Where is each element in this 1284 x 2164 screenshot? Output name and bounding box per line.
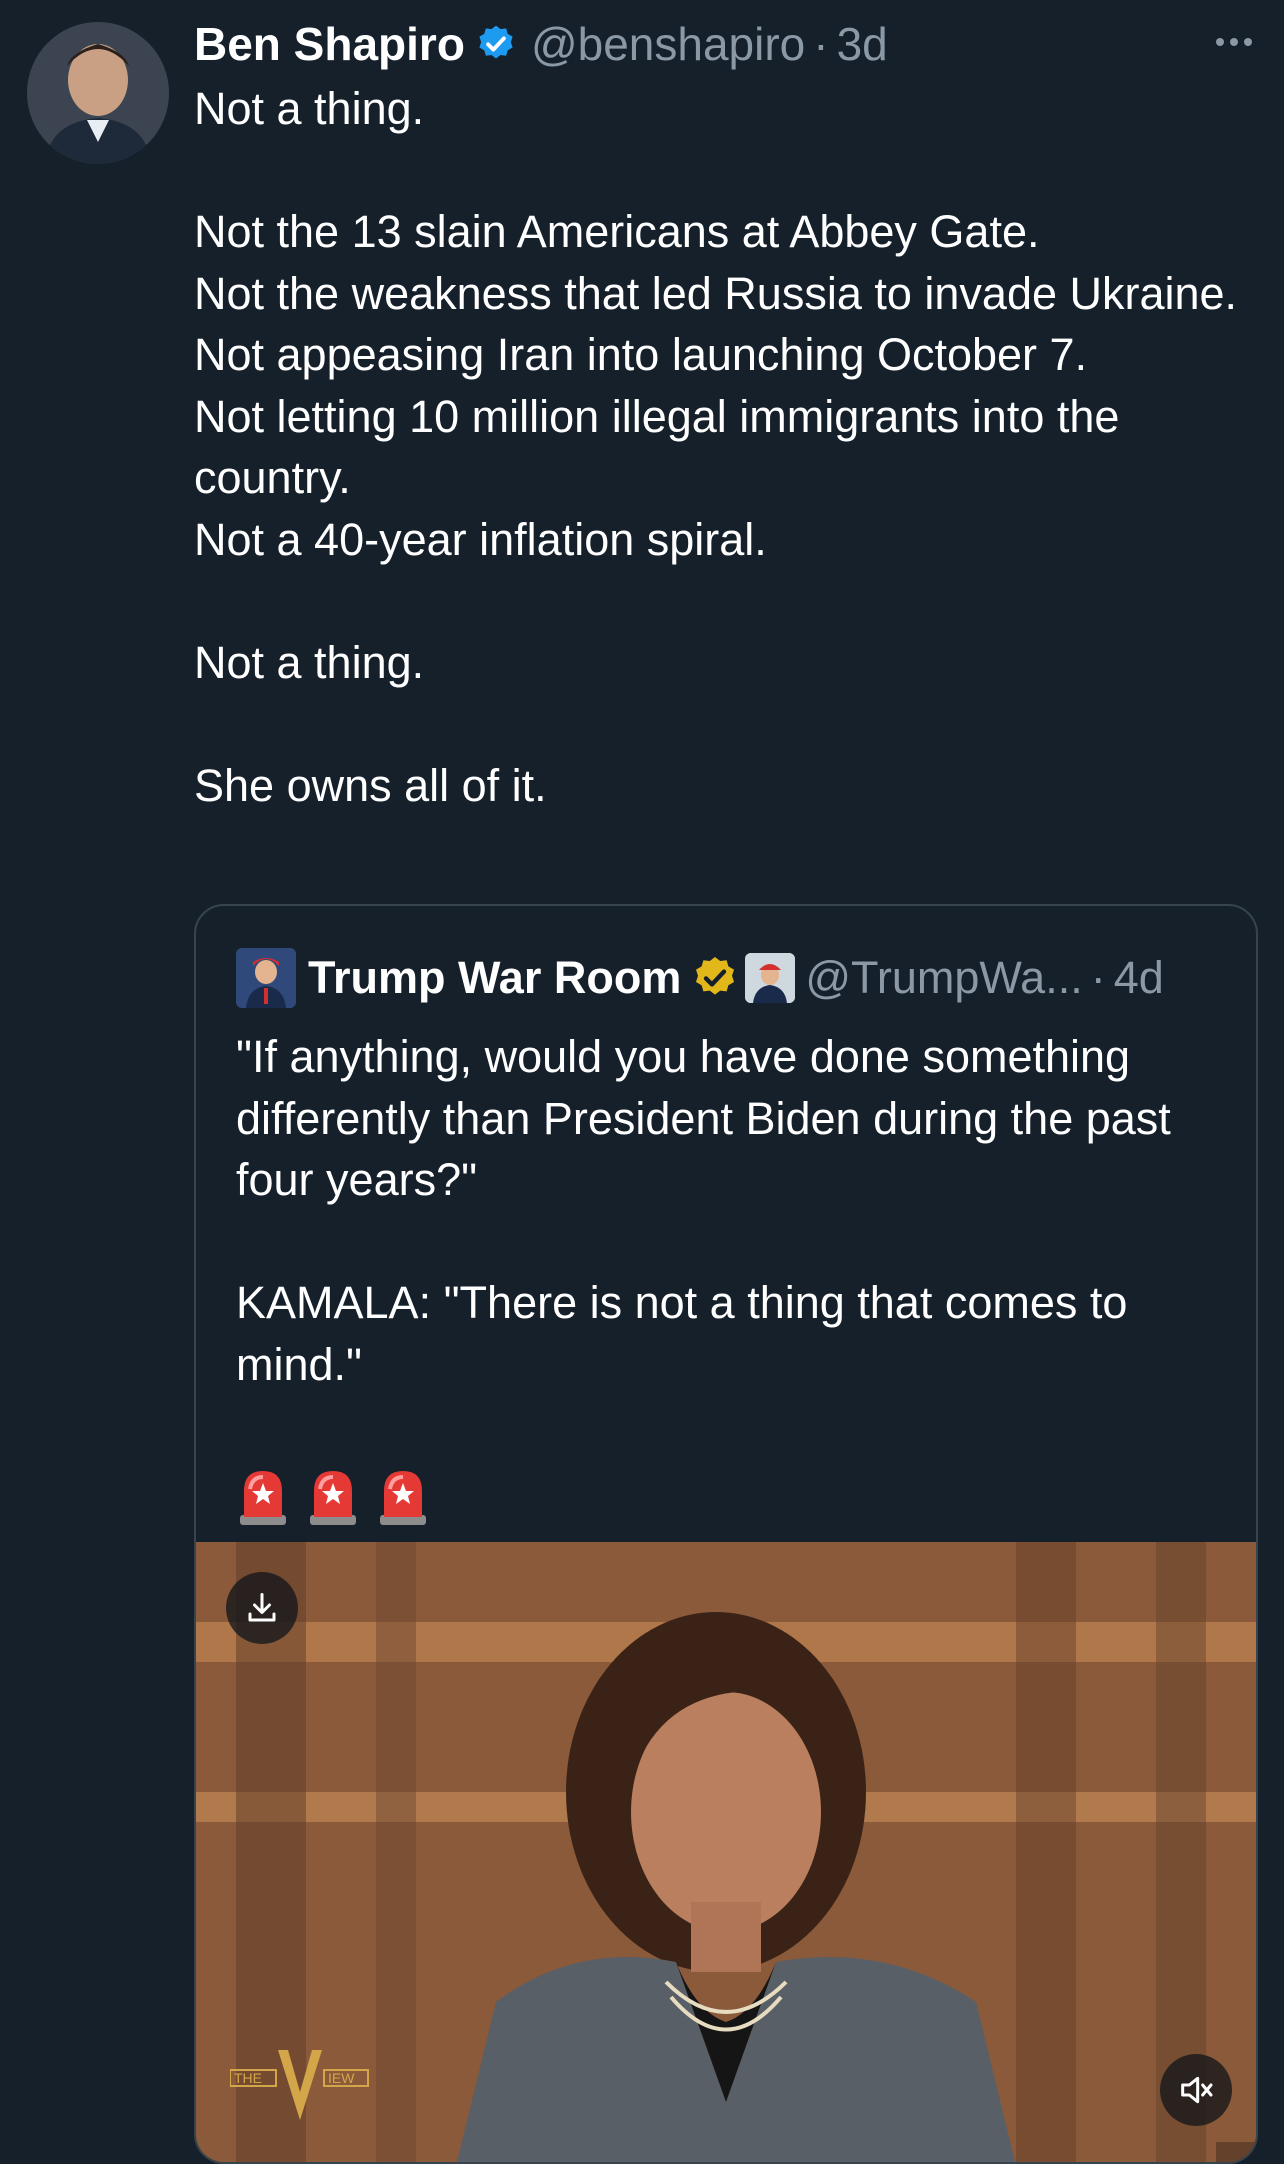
quoted-tweet-body: "If anything, would you have done someth…	[236, 1026, 1236, 1527]
quoted-paragraph: "If anything, would you have done someth…	[236, 1031, 1184, 1205]
logo-text-left: THE	[234, 2070, 262, 2086]
verified-badge-gold-icon	[696, 957, 735, 995]
quoted-author-avatar[interactable]	[236, 948, 296, 1008]
quoted-tweet-timestamp[interactable]: 4d	[1114, 952, 1164, 1004]
author-name[interactable]: Ben Shapiro	[194, 16, 465, 72]
tweet-header: Ben Shapiro @benshapiro · 3d	[194, 16, 888, 72]
siren-emoji-icon	[380, 1471, 426, 1525]
quoted-tweet-header: Trump War Room @TrumpWa... · 4d	[236, 948, 1164, 1008]
tweet-paragraph: She owns all of it.	[194, 759, 547, 811]
verified-badge-icon	[479, 25, 513, 59]
separator-dot: ·	[1090, 952, 1106, 1003]
emoji-row	[236, 1465, 1236, 1527]
muted-speaker-icon	[1181, 2076, 1213, 2104]
avatar-photo-icon	[27, 22, 169, 164]
quoted-tweet[interactable]: Trump War Room @TrumpWa... · 4d "If anyt…	[194, 904, 1258, 2164]
tweet-timestamp[interactable]: 3d	[837, 16, 888, 72]
tweet[interactable]: Ben Shapiro @benshapiro · 3d Not a thing…	[0, 0, 1284, 2164]
tweet-paragraph: Not a thing.	[194, 83, 425, 134]
tweet-paragraph: Not a thing.	[194, 636, 425, 688]
mute-toggle-button[interactable]	[1160, 2054, 1232, 2126]
video-player[interactable]: THE IEW	[196, 1542, 1256, 2162]
author-handle[interactable]: @benshapiro	[531, 16, 805, 72]
tweet-body: Not a thing. Not the 13 slain Americans …	[194, 78, 1244, 816]
logo-text-right: IEW	[328, 2070, 355, 2086]
tweet-paragraph: Not the 13 slain Americans at Abbey Gate…	[194, 206, 1238, 565]
quoted-author-handle[interactable]: @TrumpWa...	[805, 952, 1082, 1004]
more-dots-icon[interactable]	[1204, 22, 1264, 62]
author-avatar[interactable]	[27, 22, 169, 164]
quoted-author-name[interactable]: Trump War Room	[308, 952, 681, 1004]
quoted-paragraph: KAMALA: "There is not a thing that comes…	[236, 1277, 1140, 1390]
avatar-photo-icon	[236, 948, 296, 1008]
siren-emoji-icon	[310, 1471, 356, 1525]
siren-emoji-icon	[240, 1471, 286, 1525]
the-view-logo: THE IEW	[229, 2040, 370, 2124]
download-icon	[248, 1593, 276, 1622]
affiliate-avatar-icon	[745, 953, 796, 1003]
separator-dot: ·	[813, 18, 829, 70]
download-button[interactable]	[226, 1572, 298, 1644]
